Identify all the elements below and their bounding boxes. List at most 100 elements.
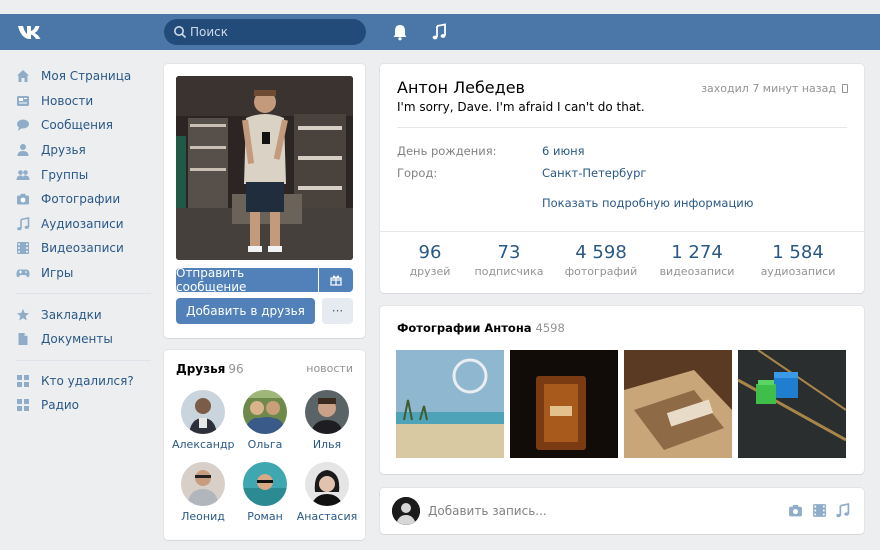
friends-count: 96 (228, 362, 244, 376)
counter-value: 1 274 (671, 242, 723, 263)
last-seen-text: заходил 7 минут назад (701, 82, 836, 95)
friend-avatar[interactable] (181, 462, 225, 506)
birthday-value[interactable]: 6 июня (542, 144, 585, 158)
menu-item-my-page[interactable]: Моя Страница (16, 64, 151, 89)
send-message-button[interactable]: Отправить сообщение (176, 266, 318, 294)
menu-item-news[interactable]: Новости (16, 89, 151, 114)
menu-item-video[interactable]: Видеозаписи (16, 236, 151, 261)
profile-avatar-card: Отправить сообщение Добавить в друзья ··… (164, 64, 365, 338)
groups-icon (16, 169, 30, 180)
gamepad-icon (16, 269, 30, 278)
menu-item-label: Моя Страница (41, 69, 132, 84)
menu-item-app-radio[interactable]: Радио (16, 393, 151, 418)
menu-item-friends[interactable]: Друзья (16, 138, 151, 163)
counter-value: 73 (497, 242, 521, 263)
menu-item-label: Документы (41, 332, 113, 347)
friend-avatar[interactable] (305, 462, 349, 506)
friend-avatar[interactable] (243, 462, 287, 506)
friends-updates-link[interactable]: новости (306, 362, 353, 375)
music-icon[interactable] (431, 23, 447, 41)
photos-title: Фотографии Антона (397, 321, 532, 335)
profile-status[interactable]: I'm sorry, Dave. I'm afraid I can't do t… (397, 100, 645, 114)
friend-item[interactable]: Леонид (172, 462, 234, 523)
counter-label: видеозаписи (659, 265, 735, 278)
last-seen: заходил 7 минут назад (701, 82, 848, 95)
menu-item-bookmarks[interactable]: Закладки (16, 302, 151, 327)
counter-value: 4 598 (575, 242, 627, 263)
star-icon (17, 308, 29, 321)
menu-item-label: Сообщения (41, 118, 114, 133)
friend-item[interactable]: Ольга (234, 390, 296, 451)
friend-name[interactable]: Илья (296, 438, 358, 451)
photo-thumbnail[interactable] (396, 350, 504, 458)
friend-avatar[interactable] (181, 390, 225, 434)
bell-icon[interactable] (392, 23, 408, 41)
photo-thumbnail[interactable] (624, 350, 732, 458)
friend-name[interactable]: Анастасия (296, 510, 358, 523)
menu-item-games[interactable]: Игры (16, 261, 151, 286)
friends-header[interactable]: Друзья 96 (176, 362, 244, 376)
friends-block: Друзья 96 новости Александр Ольга Илья Ле… (164, 350, 365, 540)
friend-item[interactable]: Роман (234, 462, 296, 523)
attach-photo-icon[interactable] (788, 503, 803, 518)
friend-name[interactable]: Ольга (234, 438, 296, 451)
friends-title: Друзья (176, 362, 226, 376)
news-icon (17, 95, 29, 106)
vk-logo-icon[interactable] (16, 22, 46, 42)
menu-item-audio[interactable]: Аудиозаписи (16, 212, 151, 237)
friend-item[interactable]: Анастасия (296, 462, 358, 523)
friend-name[interactable]: Леонид (172, 510, 234, 523)
menu-item-app-who-removed[interactable]: Кто удалился? (16, 369, 151, 394)
more-actions-button[interactable]: ··· (322, 298, 353, 324)
menu-item-label: Радио (41, 398, 80, 413)
menu-item-label: Кто удалился? (41, 373, 134, 388)
show-more-info-link[interactable]: Показать подробную информацию (542, 196, 753, 210)
city-value[interactable]: Санкт-Петербург (542, 166, 646, 180)
search-box[interactable] (164, 19, 366, 45)
menu-item-documents[interactable]: Документы (16, 327, 151, 352)
menu-divider (16, 359, 151, 361)
post-input[interactable] (428, 498, 758, 524)
friend-item[interactable]: Александр (172, 390, 235, 451)
gift-button[interactable] (319, 268, 353, 292)
menu-item-photos[interactable]: Фотографии (16, 187, 151, 212)
add-friend-button[interactable]: Добавить в друзья (176, 298, 315, 324)
counter-audio[interactable]: 1 584 аудиозаписи (748, 242, 848, 278)
post-composer (380, 488, 864, 534)
attach-video-icon[interactable] (812, 503, 827, 518)
home-icon (17, 70, 29, 83)
menu-item-label: Аудиозаписи (41, 216, 124, 231)
app-grid-icon (17, 374, 29, 387)
divider (397, 127, 847, 128)
friend-item[interactable]: Илья (296, 390, 358, 451)
music-icon (17, 216, 30, 231)
birthday-label: День рождения: (397, 144, 497, 158)
profile-counters: 96 друзей 73 подписчика 4 598 фотографий… (380, 232, 864, 292)
attach-audio-icon[interactable] (835, 503, 850, 518)
gift-icon (330, 275, 342, 286)
profile-photo[interactable] (176, 76, 353, 260)
menu-item-messages[interactable]: Сообщения (16, 113, 151, 138)
photo-thumbnail[interactable] (510, 350, 618, 458)
counter-followers[interactable]: 73 подписчика (459, 242, 559, 278)
photos-header[interactable]: Фотографии Антона 4598 (397, 321, 565, 335)
friend-avatar[interactable] (305, 390, 349, 434)
friend-name[interactable]: Александр (172, 438, 235, 451)
friend-avatar[interactable] (243, 390, 287, 434)
friend-name[interactable]: Роман (234, 510, 296, 523)
document-icon (18, 333, 28, 346)
app-grid-icon (17, 399, 29, 412)
counter-videos[interactable]: 1 274 видеозаписи (647, 242, 747, 278)
counter-label: подписчика (474, 265, 544, 278)
photo-thumbnail[interactable] (738, 350, 846, 458)
video-icon (17, 242, 29, 255)
menu-item-groups[interactable]: Группы (16, 162, 151, 187)
menu-item-label: Видеозаписи (41, 241, 124, 256)
camera-icon (17, 194, 29, 205)
profile-name: Антон Лебедев (397, 78, 525, 97)
counter-photos[interactable]: 4 598 фотографий (551, 242, 651, 278)
menu-item-label: Фотографии (41, 192, 121, 207)
search-input[interactable] (190, 19, 360, 45)
counter-value: 1 584 (772, 242, 824, 263)
top-bar (0, 14, 880, 50)
